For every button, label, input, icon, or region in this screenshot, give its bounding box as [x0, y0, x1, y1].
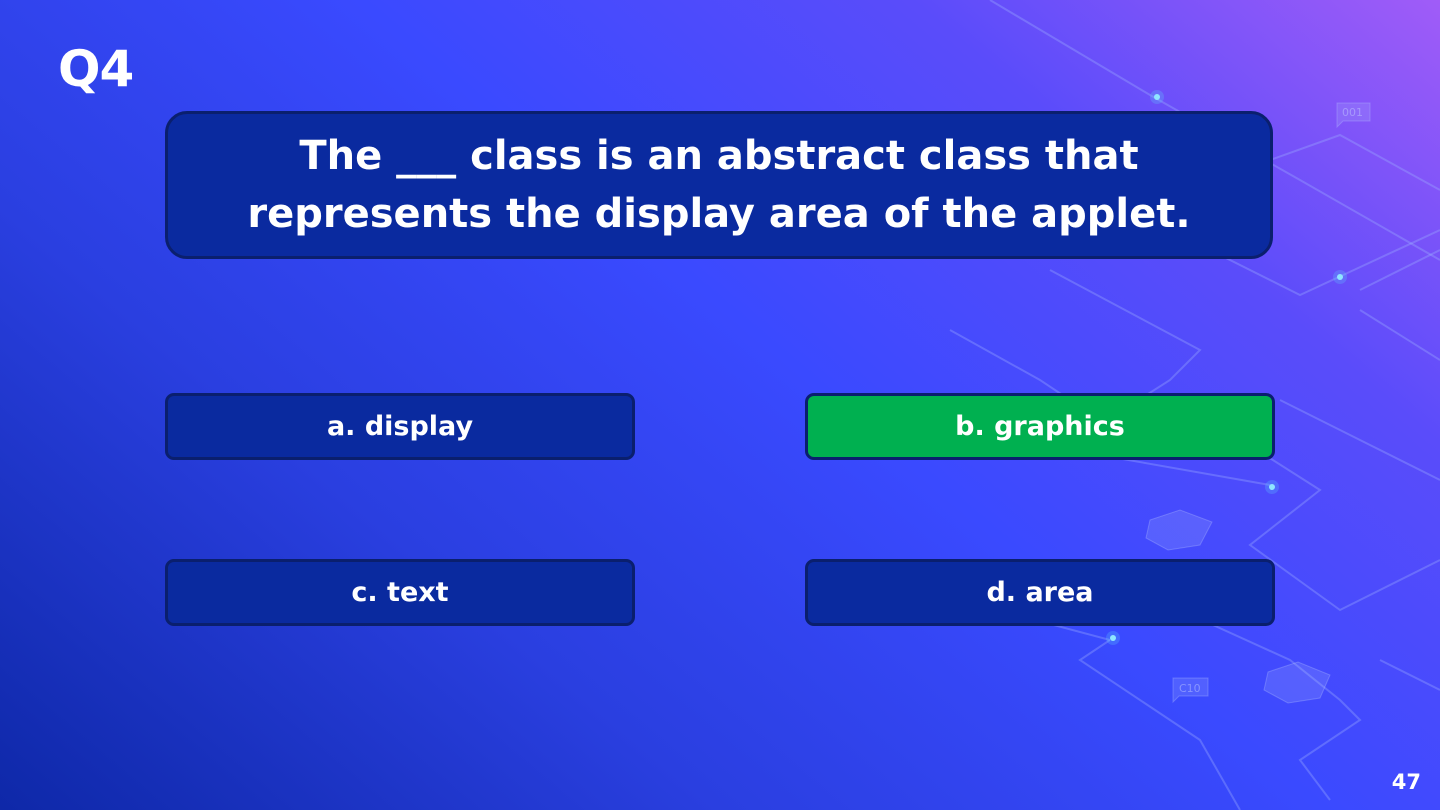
question-text: The ___ class is an abstract class that …: [247, 127, 1190, 243]
question-line-2: represents the display area of the apple…: [247, 191, 1191, 237]
question-line-1: The ___ class is an abstract class that: [299, 133, 1139, 179]
option-b-label: b. graphics: [955, 411, 1125, 442]
question-panel: The ___ class is an abstract class that …: [165, 111, 1273, 259]
option-a-button[interactable]: a. display: [165, 393, 635, 460]
page-number: 47: [1391, 770, 1421, 794]
decor-tag-001: 001: [1342, 106, 1363, 119]
option-a-label: a. display: [326, 411, 474, 442]
question-number: Q4: [58, 40, 134, 98]
option-c-label: c. text: [351, 577, 449, 608]
option-b-button[interactable]: b. graphics: [805, 393, 1275, 460]
option-c-button[interactable]: c. text: [165, 559, 635, 626]
decor-tag-c10: C10: [1179, 682, 1201, 695]
option-d-button[interactable]: d. area: [805, 559, 1275, 626]
option-d-label: d. area: [986, 577, 1094, 608]
